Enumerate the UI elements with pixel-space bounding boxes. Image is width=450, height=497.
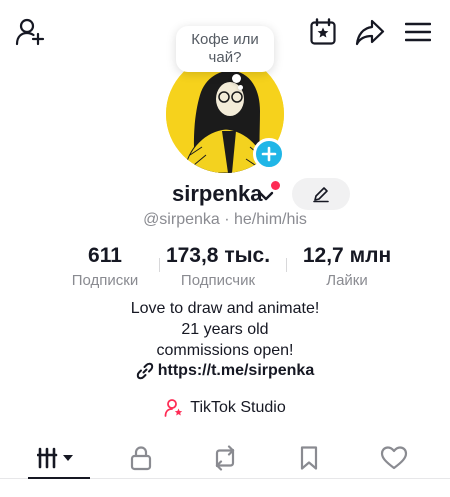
following-count: 611 — [88, 244, 122, 267]
heart-icon — [380, 446, 407, 470]
profile-tabs — [0, 438, 450, 478]
stat-divider — [159, 258, 160, 272]
bio-link[interactable]: https://t.me/sirpenka — [0, 361, 450, 381]
tab-favorites[interactable] — [279, 440, 339, 476]
pencil-icon — [313, 187, 329, 203]
likes-label: Лайки — [326, 272, 368, 289]
edit-profile-button[interactable] — [292, 178, 350, 210]
add-friend-icon — [15, 18, 45, 46]
add-friend-button[interactable] — [12, 14, 48, 50]
following-label: Подписки — [71, 272, 139, 289]
stat-divider — [286, 258, 287, 272]
stat-following[interactable]: 611 Подписки — [56, 244, 154, 291]
videos-grid-icon — [37, 447, 74, 469]
note-line-2: чай? — [208, 49, 242, 66]
active-tab-indicator — [28, 477, 90, 479]
bio-line: 21 years old — [181, 321, 269, 338]
note-tail-dot-small — [238, 85, 243, 90]
tab-reposts[interactable] — [195, 440, 255, 476]
tab-liked[interactable] — [364, 440, 424, 476]
lock-icon — [130, 446, 151, 471]
bio-line: Love to draw and animate! — [130, 300, 320, 317]
bio-line: commissions open! — [156, 342, 294, 359]
stat-likes[interactable]: 12,7 млн Лайки — [294, 244, 400, 291]
note-tail-dot — [232, 74, 241, 83]
menu-icon — [405, 22, 431, 42]
tiktok-studio-link[interactable]: TikTok Studio — [0, 398, 450, 418]
creator-studio-icon — [164, 399, 183, 417]
followers-count: 173,8 тыс. — [165, 244, 271, 267]
plus-icon — [261, 146, 277, 162]
repost-icon — [215, 445, 235, 471]
tiktok-studio-label: TikTok Studio — [190, 399, 286, 416]
bio-link-text[interactable]: https://t.me/sirpenka — [158, 361, 314, 381]
followers-label: Подписчик — [180, 272, 256, 289]
share-icon — [355, 19, 385, 46]
handle-pronouns: @sirpenka · he/him/his — [143, 211, 307, 228]
bookmark-icon — [301, 446, 318, 470]
note-line-1: Кофе или — [191, 31, 259, 48]
note-bubble[interactable]: Кофе или чай? — [176, 26, 274, 72]
tab-videos[interactable] — [26, 440, 86, 476]
link-icon — [136, 362, 153, 380]
username[interactable]: sirpenka — [172, 180, 263, 208]
likes-count: 12,7 млн — [302, 244, 392, 267]
menu-button[interactable] — [400, 14, 436, 50]
calendar-button[interactable] — [306, 14, 340, 50]
notification-dot — [271, 181, 280, 190]
stat-followers[interactable]: 173,8 тыс. Подписчик — [164, 244, 272, 291]
calendar-star-icon — [310, 18, 336, 45]
share-button[interactable] — [352, 14, 388, 50]
tab-private[interactable] — [111, 440, 171, 476]
bio: Love to draw and animate! 21 years old c… — [0, 298, 450, 361]
add-story-button[interactable] — [253, 138, 285, 170]
